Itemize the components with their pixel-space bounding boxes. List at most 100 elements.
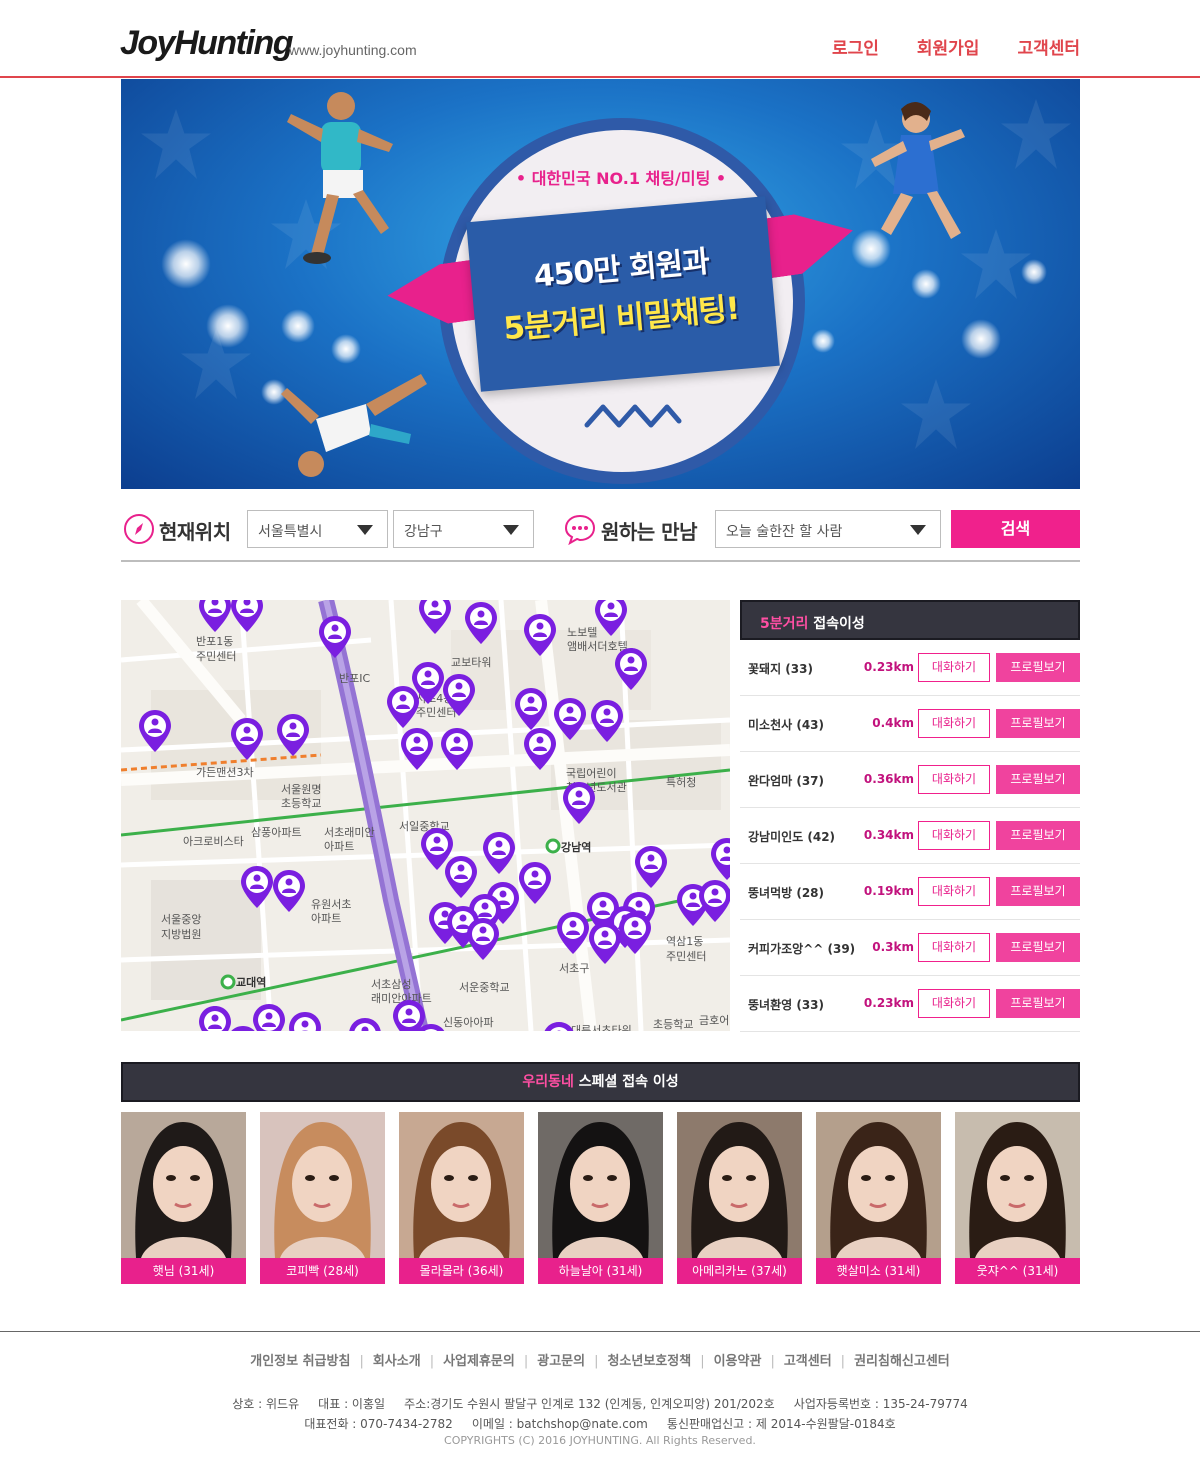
map-user-pin[interactable] xyxy=(481,830,517,876)
search-button[interactable]: 검색 xyxy=(951,510,1080,548)
nearby-user-distance: 0.23km xyxy=(863,996,914,1010)
member-name: 몰라몰라 (36세) xyxy=(399,1258,524,1284)
map-user-pin[interactable] xyxy=(465,916,501,962)
svg-text:반포IC: 반포IC xyxy=(339,672,370,685)
special-member-card[interactable]: 하늘날아 (31세) xyxy=(538,1112,663,1284)
svg-text:유원서초: 유원서초 xyxy=(311,898,351,911)
special-title-rest: 스페셜 접속 이성 xyxy=(573,1074,679,1090)
map-user-pin[interactable] xyxy=(347,1016,383,1031)
map-user-pin[interactable] xyxy=(229,600,265,634)
view-profile-button[interactable]: 프로필보기 xyxy=(996,877,1080,906)
nearby-user-name: 뚱녀환영 (33) xyxy=(748,998,825,1012)
map-user-pin[interactable] xyxy=(413,1022,449,1031)
special-member-card[interactable]: 웃쟈^^ (31세) xyxy=(955,1112,1080,1284)
top-nav: 로그인 회원가입 고객센터 xyxy=(832,34,1080,59)
map-user-pin[interactable] xyxy=(613,646,649,692)
city-select[interactable]: 서울특별시 xyxy=(247,510,388,548)
footer-link[interactable]: 광고문의 xyxy=(537,1354,585,1369)
footer-link[interactable]: 고객센터 xyxy=(784,1354,832,1369)
map-user-pin[interactable] xyxy=(633,844,669,890)
footer-link-separator: | xyxy=(523,1354,529,1369)
map-user-pin[interactable] xyxy=(587,920,623,966)
map-user-pin[interactable] xyxy=(439,726,475,772)
view-profile-button[interactable]: 프로필보기 xyxy=(996,821,1080,850)
member-photo xyxy=(816,1112,941,1258)
district-select[interactable]: 강남구 xyxy=(393,510,534,548)
map-user-pin[interactable] xyxy=(522,612,558,658)
view-profile-button[interactable]: 프로필보기 xyxy=(996,765,1080,794)
map-user-pin[interactable] xyxy=(271,868,307,914)
special-member-card[interactable]: 몰라몰라 (36세) xyxy=(399,1112,524,1284)
view-profile-button[interactable]: 프로필보기 xyxy=(996,989,1080,1018)
svg-text:서울원명: 서울원명 xyxy=(281,783,321,796)
map-user-pin[interactable] xyxy=(137,708,173,754)
chat-button[interactable]: 대화하기 xyxy=(918,765,990,794)
footer-link[interactable]: 개인정보 취급방침 xyxy=(250,1354,350,1369)
special-member-card[interactable]: 햇님 (31세) xyxy=(121,1112,246,1284)
chat-button[interactable]: 대화하기 xyxy=(918,989,990,1018)
map-user-pin[interactable] xyxy=(197,600,233,634)
map-user-pin[interactable] xyxy=(287,1010,323,1031)
footer-link-separator: | xyxy=(770,1354,775,1369)
map-user-pin[interactable] xyxy=(517,860,553,906)
chat-button[interactable]: 대화하기 xyxy=(918,709,990,738)
special-member-card[interactable]: 햇살미소 (31세) xyxy=(816,1112,941,1284)
nearby-user-row: 커피가조앙^^ (39) 0.3km 대화하기 프로필보기 xyxy=(740,920,1080,976)
map-user-pin[interactable] xyxy=(463,600,499,646)
footer-link-separator: | xyxy=(700,1354,705,1369)
map-user-pin[interactable] xyxy=(541,1020,577,1031)
view-profile-button[interactable]: 프로필보기 xyxy=(996,933,1080,962)
map-user-pin[interactable] xyxy=(317,614,353,660)
district-select-value: 강남구 xyxy=(404,524,443,540)
map-user-pin[interactable] xyxy=(275,712,311,758)
map-user-pin[interactable] xyxy=(399,726,435,772)
map-user-pin[interactable] xyxy=(239,864,275,910)
special-title-accent: 우리동네 xyxy=(522,1074,574,1090)
footer-link-separator: | xyxy=(429,1354,435,1369)
location-map[interactable]: 반포1동 주민센터 반포IC 교보타워 노보텔 앰배서더호텔 서초4동 주민센터 가든… xyxy=(121,600,730,1031)
map-user-pin[interactable] xyxy=(441,672,477,718)
signup-link[interactable]: 회원가입 xyxy=(917,34,980,59)
map-user-pin[interactable] xyxy=(522,726,558,772)
nearby-user-name: 미소천사 (43) xyxy=(748,718,825,732)
footer-link[interactable]: 청소년보호정책 xyxy=(607,1354,691,1369)
footer-link[interactable]: 권리침해신고센터 xyxy=(854,1354,950,1369)
location-label: 현재위치 xyxy=(159,520,231,544)
svg-text:역삼1동: 역삼1동 xyxy=(666,935,703,948)
nearby-user-row: 꽃돼지 (33) 0.23km 대화하기 프로필보기 xyxy=(740,640,1080,696)
nearby-user-distance: 0.19km xyxy=(863,884,914,898)
footer-link[interactable]: 이용약관 xyxy=(714,1354,762,1369)
hero-banner[interactable]: • 대한민국 NO.1 채팅/미팅 • 450만 회원과 5분거리 비밀채팅! xyxy=(121,79,1080,489)
map-user-pin[interactable] xyxy=(593,600,629,638)
copyright: COPYRIGHTS (C) 2016 JOYHUNTING. All Righ… xyxy=(444,1434,756,1447)
chat-button[interactable]: 대화하기 xyxy=(918,877,990,906)
map-user-pin[interactable] xyxy=(555,910,591,956)
chat-button[interactable]: 대화하기 xyxy=(918,653,990,682)
customer-center-link[interactable]: 고객센터 xyxy=(1017,34,1080,59)
map-user-pin[interactable] xyxy=(697,878,730,924)
footer-link[interactable]: 사업제휴문의 xyxy=(443,1354,515,1369)
chat-button[interactable]: 대화하기 xyxy=(918,821,990,850)
special-member-card[interactable]: 아메리카노 (37세) xyxy=(677,1112,802,1284)
member-photo xyxy=(955,1112,1080,1258)
search-bar: 현재위치 서울특별시 강남구 원하는 만남 오늘 술한잔 할 사람 검색 xyxy=(121,500,1080,562)
chat-button[interactable]: 대화하기 xyxy=(918,933,990,962)
login-link[interactable]: 로그인 xyxy=(832,34,879,59)
map-user-pin[interactable] xyxy=(589,698,625,744)
logo[interactable]: JoyHunting xyxy=(120,24,293,63)
member-name: 햇님 (31세) xyxy=(121,1258,246,1284)
special-member-card[interactable]: 코피빡 (28세) xyxy=(260,1112,385,1284)
svg-text:강남역: 강남역 xyxy=(561,840,591,854)
map-user-pin[interactable] xyxy=(417,600,453,636)
footer-link[interactable]: 회사소개 xyxy=(373,1354,421,1369)
view-profile-button[interactable]: 프로필보기 xyxy=(996,653,1080,682)
map-user-pin[interactable] xyxy=(561,780,597,826)
map-user-pin[interactable] xyxy=(229,716,265,762)
map-user-pin[interactable] xyxy=(709,836,730,882)
meet-type-select[interactable]: 오늘 술한잔 할 사람 xyxy=(715,510,941,548)
nearby-user-row: 강남미인도 (42) 0.34km 대화하기 프로필보기 xyxy=(740,808,1080,864)
map-user-pin[interactable] xyxy=(385,684,421,730)
map-user-pin[interactable] xyxy=(251,1002,287,1031)
view-profile-button[interactable]: 프로필보기 xyxy=(996,709,1080,738)
svg-text:가든맨션3차: 가든맨션3차 xyxy=(196,766,254,779)
